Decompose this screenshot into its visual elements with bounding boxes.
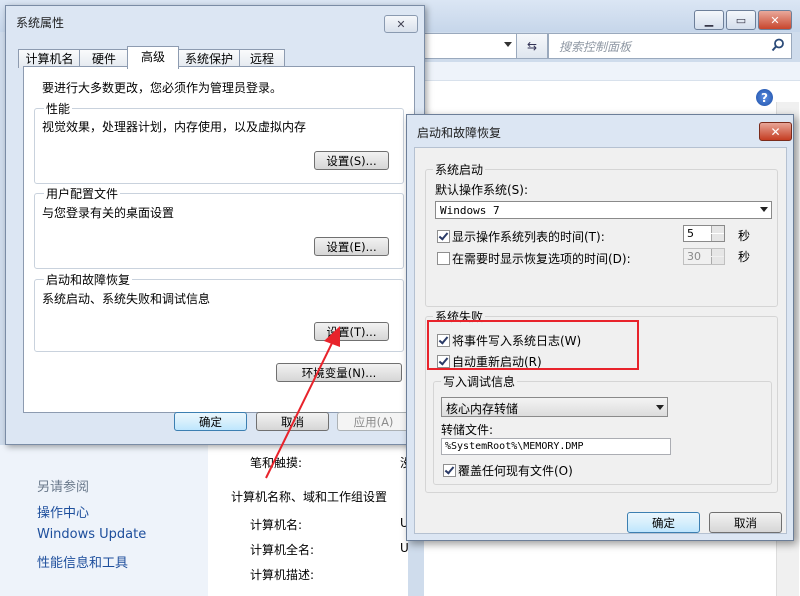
show-recovery-label: 在需要时显示恢复选项的时间(D):: [452, 252, 631, 266]
spin-up-icon[interactable]: [711, 249, 724, 256]
show-recovery-seconds[interactable]: 30: [683, 248, 725, 265]
seconds-unit: 秒: [738, 229, 751, 243]
debug-info-value: 核心内存转储: [446, 402, 519, 416]
spin-down-icon[interactable]: [711, 234, 724, 241]
dump-file-input[interactable]: %SystemRoot%\MEMORY.DMP: [441, 438, 671, 455]
ok-button[interactable]: 确定: [627, 512, 700, 533]
chevron-down-icon: [656, 405, 664, 410]
close-button[interactable]: ✕: [759, 122, 792, 141]
overwrite-label: 覆盖任何现有文件(O): [458, 464, 573, 478]
show-recovery-checkbox[interactable]: [437, 252, 450, 265]
seconds-unit: 秒: [738, 250, 751, 264]
default-os-label: 默认操作系统(S):: [435, 183, 529, 197]
show-recovery-value: 30: [687, 250, 701, 263]
highlight-box: [427, 320, 639, 370]
spin-down-icon[interactable]: [711, 257, 724, 264]
default-os-select[interactable]: Windows 7: [435, 201, 772, 219]
tab-advanced[interactable]: 高级: [127, 46, 179, 69]
dump-file-value: %SystemRoot%\MEMORY.DMP: [445, 441, 584, 452]
show-os-list-checkbox[interactable]: [437, 230, 450, 243]
spin-up-icon[interactable]: [711, 226, 724, 233]
debug-info-select[interactable]: 核心内存转储: [441, 397, 668, 417]
chevron-down-icon: [760, 207, 768, 212]
show-os-list-label: 显示操作系统列表的时间(T):: [452, 230, 605, 244]
show-os-list-value: 5: [687, 227, 694, 240]
close-icon: ✕: [770, 124, 781, 139]
cancel-button[interactable]: 取消: [709, 512, 782, 533]
show-os-list-seconds[interactable]: 5: [683, 225, 725, 242]
default-os-value: Windows 7: [440, 204, 500, 217]
system-startup-label: 系统启动: [433, 161, 486, 178]
debug-info-label: 写入调试信息: [441, 373, 518, 390]
dialog-title: 启动和故障恢复: [417, 126, 502, 140]
overwrite-checkbox[interactable]: [443, 464, 456, 477]
dump-file-label: 转储文件:: [441, 423, 494, 437]
